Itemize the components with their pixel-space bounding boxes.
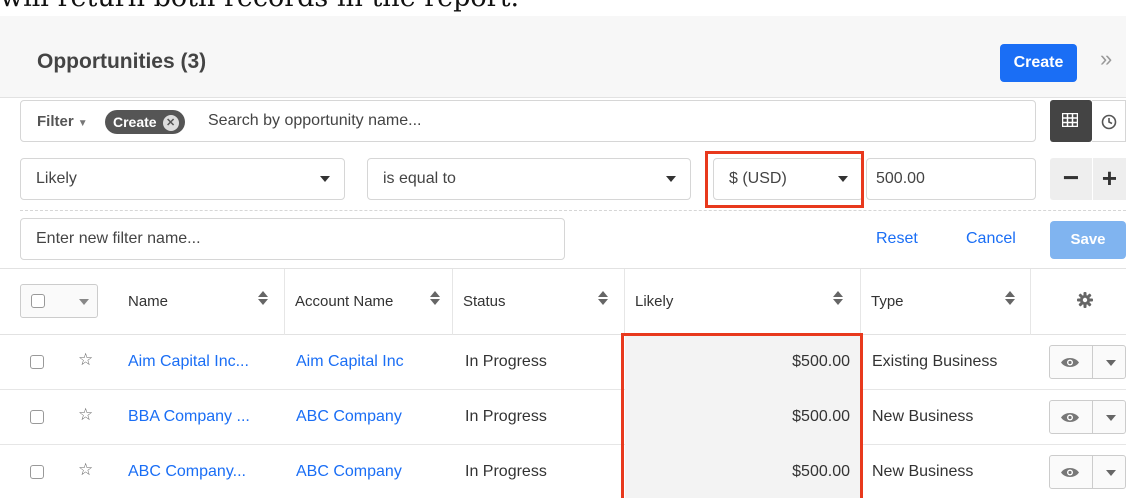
type-cell: New Business	[872, 463, 974, 480]
page-title: Opportunities (3)	[37, 50, 207, 73]
eye-icon[interactable]	[1060, 356, 1080, 369]
sort-icon	[833, 291, 843, 305]
type-cell: Existing Business	[872, 353, 998, 370]
eye-icon[interactable]	[1060, 466, 1080, 479]
select-all-checkbox[interactable]	[31, 294, 45, 308]
filter-pill-label: Create	[113, 114, 157, 130]
column-label: Type	[871, 293, 904, 310]
add-filter-row-button[interactable]: +	[1093, 158, 1126, 200]
column-status[interactable]: Status	[453, 269, 625, 336]
row-checkbox[interactable]	[30, 410, 44, 424]
remove-circle-icon[interactable]: ✕	[162, 115, 179, 131]
filter-operator-select[interactable]: is equal to	[367, 158, 691, 200]
filter-value-input[interactable]: 500.00	[866, 158, 1036, 200]
divider	[1092, 456, 1093, 488]
row-checkbox[interactable]	[30, 355, 44, 369]
caret-down-icon	[79, 299, 89, 305]
row-actions[interactable]	[1049, 400, 1126, 434]
table-row[interactable]: ☆ ABC Company... ABC Company In Progress…	[0, 445, 1126, 498]
clock-icon	[1101, 114, 1117, 130]
status-cell: In Progress	[465, 463, 547, 480]
search-input[interactable]: Search by opportunity name...	[208, 112, 421, 130]
star-icon[interactable]: ☆	[78, 460, 93, 480]
table-row[interactable]: ☆ Aim Capital Inc... Aim Capital Inc In …	[0, 335, 1126, 390]
filter-operator-value: is equal to	[383, 170, 456, 187]
caret-down-icon[interactable]	[1106, 360, 1116, 366]
filter-field-select[interactable]: Likely	[20, 158, 345, 200]
list-header: Opportunities (3) Create »	[0, 16, 1126, 98]
filter-bar: Filter ▼ Create ✕ Search by opportunity na…	[20, 100, 1036, 142]
caret-down-icon	[320, 176, 330, 182]
column-likely[interactable]: Likely	[625, 269, 861, 336]
opportunity-name-link[interactable]: ABC Company...	[128, 463, 246, 481]
divider	[1092, 346, 1093, 378]
filter-field-value: Likely	[36, 170, 77, 187]
column-label: Likely	[635, 293, 674, 310]
row-actions[interactable]	[1049, 455, 1126, 489]
cancel-link[interactable]: Cancel	[966, 230, 1016, 248]
column-label: Account Name	[295, 293, 394, 310]
create-button[interactable]: Create	[1000, 44, 1077, 82]
grid-view-icon	[1062, 113, 1078, 127]
caret-down-icon: ▼	[77, 118, 88, 129]
divider	[20, 210, 1126, 211]
select-all-dropdown[interactable]	[20, 284, 98, 318]
filter-dropdown-label: Filter	[37, 113, 74, 130]
chevron-double-right-icon[interactable]: »	[1100, 46, 1112, 72]
column-type[interactable]: Type	[861, 269, 1031, 336]
account-name-link[interactable]: ABC Company	[296, 463, 402, 481]
grid-view-button[interactable]	[1050, 100, 1092, 142]
column-name[interactable]: Name	[118, 269, 285, 336]
remove-filter-row-button[interactable]: −	[1050, 158, 1092, 200]
filter-pill[interactable]: Create ✕	[105, 110, 185, 134]
filter-name-input[interactable]: Enter new filter name...	[20, 218, 565, 260]
likely-column-highlight-box	[621, 333, 863, 498]
type-cell: New Business	[872, 408, 974, 425]
status-cell: In Progress	[465, 408, 547, 425]
opportunity-name-link[interactable]: Aim Capital Inc...	[128, 353, 249, 371]
caret-down-icon[interactable]	[1106, 415, 1116, 421]
activity-view-button[interactable]	[1092, 100, 1126, 142]
eye-icon[interactable]	[1060, 411, 1080, 424]
status-cell: In Progress	[465, 353, 547, 370]
sort-icon	[598, 291, 608, 305]
column-label: Status	[463, 293, 506, 310]
divider	[1092, 401, 1093, 433]
row-checkbox[interactable]	[30, 465, 44, 479]
account-name-link[interactable]: Aim Capital Inc	[296, 353, 404, 371]
caption-text: will return both records in the report.	[0, 0, 1126, 16]
sort-icon	[430, 291, 440, 305]
caret-down-icon	[666, 176, 676, 182]
reset-link[interactable]: Reset	[876, 230, 918, 248]
table-header: Name Account Name Status Likely Type	[0, 268, 1126, 336]
account-name-link[interactable]: ABC Company	[296, 408, 402, 426]
column-account-name[interactable]: Account Name	[285, 269, 453, 336]
table-row[interactable]: ☆ BBA Company ... ABC Company In Progres…	[0, 390, 1126, 445]
row-actions[interactable]	[1049, 345, 1126, 379]
gear-icon[interactable]	[1076, 291, 1094, 309]
save-button[interactable]: Save	[1050, 221, 1126, 259]
column-label: Name	[128, 293, 169, 310]
sort-icon	[1005, 291, 1015, 305]
opportunity-name-link[interactable]: BBA Company ...	[128, 408, 250, 426]
star-icon[interactable]: ☆	[78, 405, 93, 425]
caret-down-icon[interactable]	[1106, 470, 1116, 476]
currency-highlight-box	[705, 151, 864, 208]
filter-dropdown[interactable]: Filter ▼	[37, 113, 88, 130]
star-icon[interactable]: ☆	[78, 350, 93, 370]
sort-icon	[258, 291, 268, 305]
